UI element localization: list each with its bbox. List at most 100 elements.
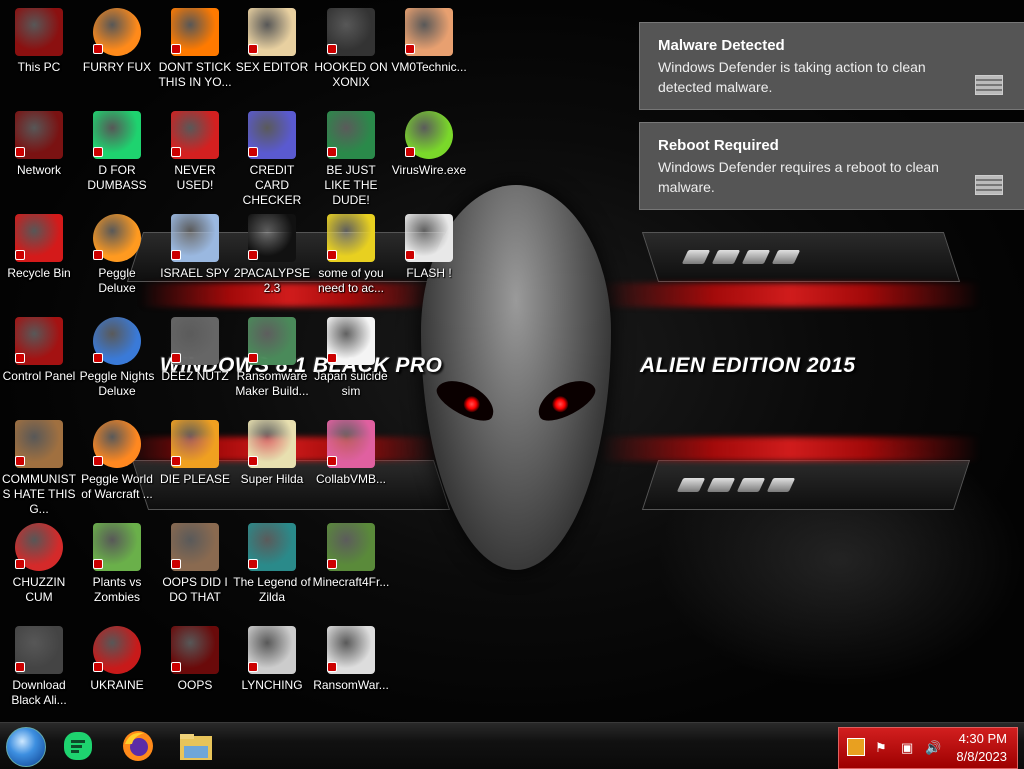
desktop-icon-label: Control Panel (2, 369, 76, 383)
network-tray-icon[interactable]: ▣ (901, 740, 913, 756)
shortcut-badge-icon (327, 662, 337, 672)
desktop-icon-xonix[interactable]: HOOKED ON XONIX (312, 2, 390, 102)
start-orb-icon[interactable] (6, 727, 46, 767)
desktop-icon-recycle-bin[interactable]: Recycle Bin (0, 208, 78, 308)
desktop-icon-label: DIE PLEASE (159, 472, 231, 486)
desktop-icon-label: D FOR DUMBASS (87, 163, 147, 192)
desktop-icon-peggle[interactable]: Peggle Deluxe (78, 208, 156, 308)
desktop-icon-stacked-windows[interactable]: DEEZ NUTZ (156, 311, 234, 411)
desktop-icon-remote-tool[interactable]: ISRAEL SPY (156, 208, 234, 308)
desktop-icon-pixel-game[interactable]: Super Hilda (233, 414, 311, 514)
desktop-icon-label: VM0Technic... (391, 60, 467, 74)
red-device-icon (171, 626, 219, 674)
desktop-icon-collabvm[interactable]: CollabVMB... (312, 414, 390, 514)
desktop-icon-de[interactable]: DIE PLEASE (156, 414, 234, 514)
desktop-icon-network[interactable]: Network (0, 105, 78, 205)
desktop-icon-vlc-cone[interactable]: DONT STICK THIS IN YO... (156, 2, 234, 102)
desktop-icon-peggle-wow[interactable]: Peggle World of Warcraft ... (78, 414, 156, 514)
clock[interactable]: 4:30 PM 8/8/2023 (956, 730, 1007, 766)
shortcut-badge-icon (15, 147, 25, 157)
shortcut-badge-icon (15, 250, 25, 260)
firefox-icon (93, 8, 141, 56)
desktop-icon-beaver[interactable]: some of you need to ac... (312, 208, 390, 308)
builder-icon (248, 317, 296, 365)
desktop-icon-radiation[interactable]: UKRAINE (78, 620, 156, 720)
shortcut-badge-icon (93, 250, 103, 260)
shortcut-badge-icon (93, 559, 103, 569)
desktop-icon-money-bag[interactable]: COMMUNISTS HATE THIS G... (0, 414, 78, 516)
d-app-icon (64, 732, 92, 760)
desktop-icon-lime[interactable]: VirusWire.exe (390, 105, 468, 205)
desktop-icon-label: COMMUNISTS HATE THIS G... (2, 472, 76, 516)
desktop-icon-plants[interactable]: Plants vs Zombies (78, 517, 156, 617)
defender-tray-icon[interactable] (847, 738, 865, 756)
network-icon (15, 111, 63, 159)
desktop-icon-credit-card[interactable]: CREDIT CARD CHECKER (233, 105, 311, 207)
desktop-icon-label: HOOKED ON XONIX (314, 60, 388, 89)
notification-malware-detected[interactable]: Malware Detected Windows Defender is tak… (639, 22, 1024, 110)
speaker-icon[interactable]: 🔊 (925, 740, 941, 756)
desktop-icon-doctor[interactable]: VM0Technic... (390, 2, 468, 102)
desktop-icon-portrait[interactable]: OOPS DID I DO THAT (156, 517, 234, 617)
wallpaper-red-bar (600, 437, 980, 461)
notification-reboot-required[interactable]: Reboot Required Windows Defender require… (639, 122, 1024, 210)
desktop-icon-label: 2PACALYPSE 2.3 (233, 266, 311, 295)
desktop-icon-peggle-nights[interactable]: Peggle Nights Deluxe (78, 311, 156, 411)
desktop-icon-label: Peggle Deluxe (98, 266, 136, 295)
shortcut-badge-icon (405, 44, 415, 54)
desktop-icon-terminal[interactable]: 2PACALYPSE 2.3 (233, 208, 311, 308)
desktop-icon-label: CollabVMB... (315, 472, 387, 486)
desktop-icon-skull[interactable]: RansomWar... (312, 620, 390, 720)
desktop-icon-document[interactable]: Japan suicide sim (312, 311, 390, 411)
shortcut-badge-icon (405, 147, 415, 157)
beaver-icon (327, 214, 375, 262)
shortcut-badge-icon (93, 44, 103, 54)
shortcut-badge-icon (93, 353, 103, 363)
desktop-icon-hxd[interactable]: SEX EDITOR (233, 2, 311, 102)
desktop-icon-flash-doc[interactable]: FLASH ! (390, 208, 468, 308)
vlc-cone-icon (171, 8, 219, 56)
shortcut-badge-icon (93, 147, 103, 157)
desktop-icon-zelda[interactable]: The Legend of Zilda (233, 517, 311, 617)
doctor-icon (405, 8, 453, 56)
alien-eye-right (531, 372, 601, 428)
notification-title: Malware Detected (658, 37, 785, 54)
shortcut-badge-icon (405, 250, 415, 260)
taskbar-d-app[interactable] (60, 728, 96, 764)
desktop-icon-computer[interactable]: This PC (0, 2, 78, 102)
desktop-icon-label: some of you need to ac... (317, 266, 385, 295)
shortcut-badge-icon (171, 456, 181, 466)
desktop-icon-firefox[interactable]: FURRY FUX (78, 2, 156, 102)
desktop-icon-label: CHUZZIN CUM (12, 575, 66, 604)
desktop-icon-label: ISRAEL SPY (160, 266, 230, 280)
desktop-icon-label: SEX EDITOR (235, 60, 309, 74)
shortcut-badge-icon (327, 559, 337, 569)
desktop-icon-chuzzle[interactable]: CHUZZIN CUM (0, 517, 78, 617)
desktop-icon-red-device[interactable]: OOPS (156, 620, 234, 720)
desktop-icon-elf[interactable]: BE JUST LIKE THE DUDE! (312, 105, 390, 207)
desktop-icon-control-panel[interactable]: Control Panel (0, 311, 78, 411)
desktop-icon-label: Download Black Ali... (11, 678, 67, 707)
shortcut-badge-icon (171, 662, 181, 672)
desktop-icon-label: Ransomware Maker Build... (235, 369, 309, 398)
desktop-icon-label: BE JUST LIKE THE DUDE! (324, 163, 378, 207)
desktop-icon-knot[interactable]: LYNCHING (233, 620, 311, 720)
taskbar-explorer[interactable] (176, 728, 216, 764)
desktop-icon-devcpp[interactable]: NEVER USED! (156, 105, 234, 205)
grass-block-icon (327, 523, 375, 571)
desktop-icon-grass-block[interactable]: Minecraft4Fr... (312, 517, 390, 617)
desktop-icon-d-app[interactable]: D FOR DUMBASS (78, 105, 156, 205)
taskbar-firefox[interactable] (120, 728, 156, 764)
desktop-icon-label: FLASH ! (406, 266, 452, 280)
flag-icon[interactable]: ⚑ (875, 740, 887, 756)
peggle-icon (93, 214, 141, 262)
shortcut-badge-icon (93, 456, 103, 466)
shortcut-badge-icon (327, 250, 337, 260)
shortcut-badge-icon (248, 353, 258, 363)
desktop-icon-alien-disc[interactable]: Download Black Ali... (0, 620, 78, 720)
desktop-icon-label: OOPS (177, 678, 213, 692)
desktop-icon-builder[interactable]: Ransomware Maker Build... (233, 311, 311, 411)
alien-eye-left (431, 372, 501, 428)
peggle-nights-icon (93, 317, 141, 365)
shortcut-badge-icon (171, 559, 181, 569)
